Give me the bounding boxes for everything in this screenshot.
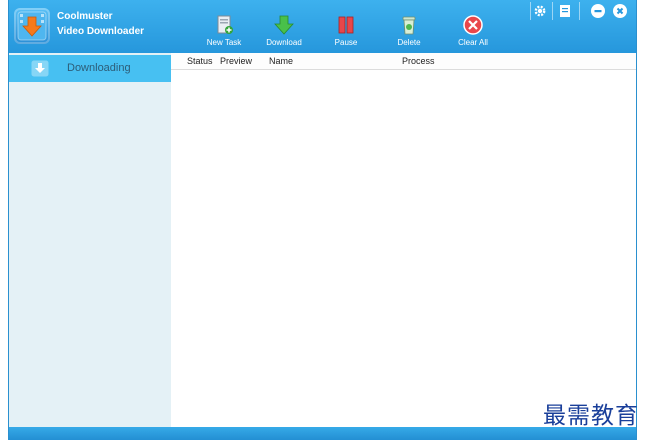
close-icon[interactable] (612, 3, 628, 19)
download-button[interactable]: Download (255, 14, 313, 50)
minimize-icon[interactable] (590, 3, 606, 19)
download-label: Download (266, 38, 302, 47)
app-window: Coolmuster Video Downloader New Task Dow… (8, 0, 637, 440)
status-bar (9, 427, 636, 440)
video-download-logo-icon (14, 8, 50, 44)
column-status[interactable]: Status (187, 56, 213, 66)
title-divider (530, 2, 531, 20)
title-divider (552, 2, 553, 20)
register-icon[interactable] (557, 3, 573, 19)
download-arrow-icon (274, 15, 294, 35)
sidebar: Downloading (9, 53, 171, 427)
column-name[interactable]: Name (269, 56, 293, 66)
sidebar-item-label: Downloading (67, 62, 131, 74)
trash-icon (402, 16, 416, 35)
app-title: Coolmuster Video Downloader (57, 9, 144, 39)
pause-icon (338, 16, 354, 34)
new-task-label: New Task (206, 38, 242, 47)
table-header: Status Preview Name Process (171, 53, 636, 70)
pause-button[interactable]: Pause (317, 14, 375, 50)
clear-all-label: Clear All (458, 38, 488, 47)
sidebar-item-downloading[interactable]: Downloading (9, 55, 171, 82)
column-preview[interactable]: Preview (220, 56, 252, 66)
delete-button[interactable]: Delete (380, 14, 438, 50)
title-bar: Coolmuster Video Downloader New Task Dow… (9, 0, 636, 53)
new-task-button[interactable]: New Task (195, 14, 253, 50)
app-title-line1: Coolmuster (57, 11, 113, 22)
column-process[interactable]: Process (402, 56, 435, 66)
app-title-line2: Video Downloader (57, 26, 145, 37)
new-task-icon (217, 15, 233, 34)
clear-all-button[interactable]: Clear All (444, 14, 502, 50)
delete-label: Delete (397, 38, 421, 47)
settings-gear-icon[interactable] (532, 3, 548, 19)
downloading-icon (31, 60, 49, 77)
watermark-text: 最需教育 (543, 403, 639, 429)
task-list: Status Preview Name Process (171, 53, 636, 427)
pause-label: Pause (334, 38, 358, 47)
title-divider (579, 2, 580, 20)
clear-all-icon (463, 15, 483, 35)
